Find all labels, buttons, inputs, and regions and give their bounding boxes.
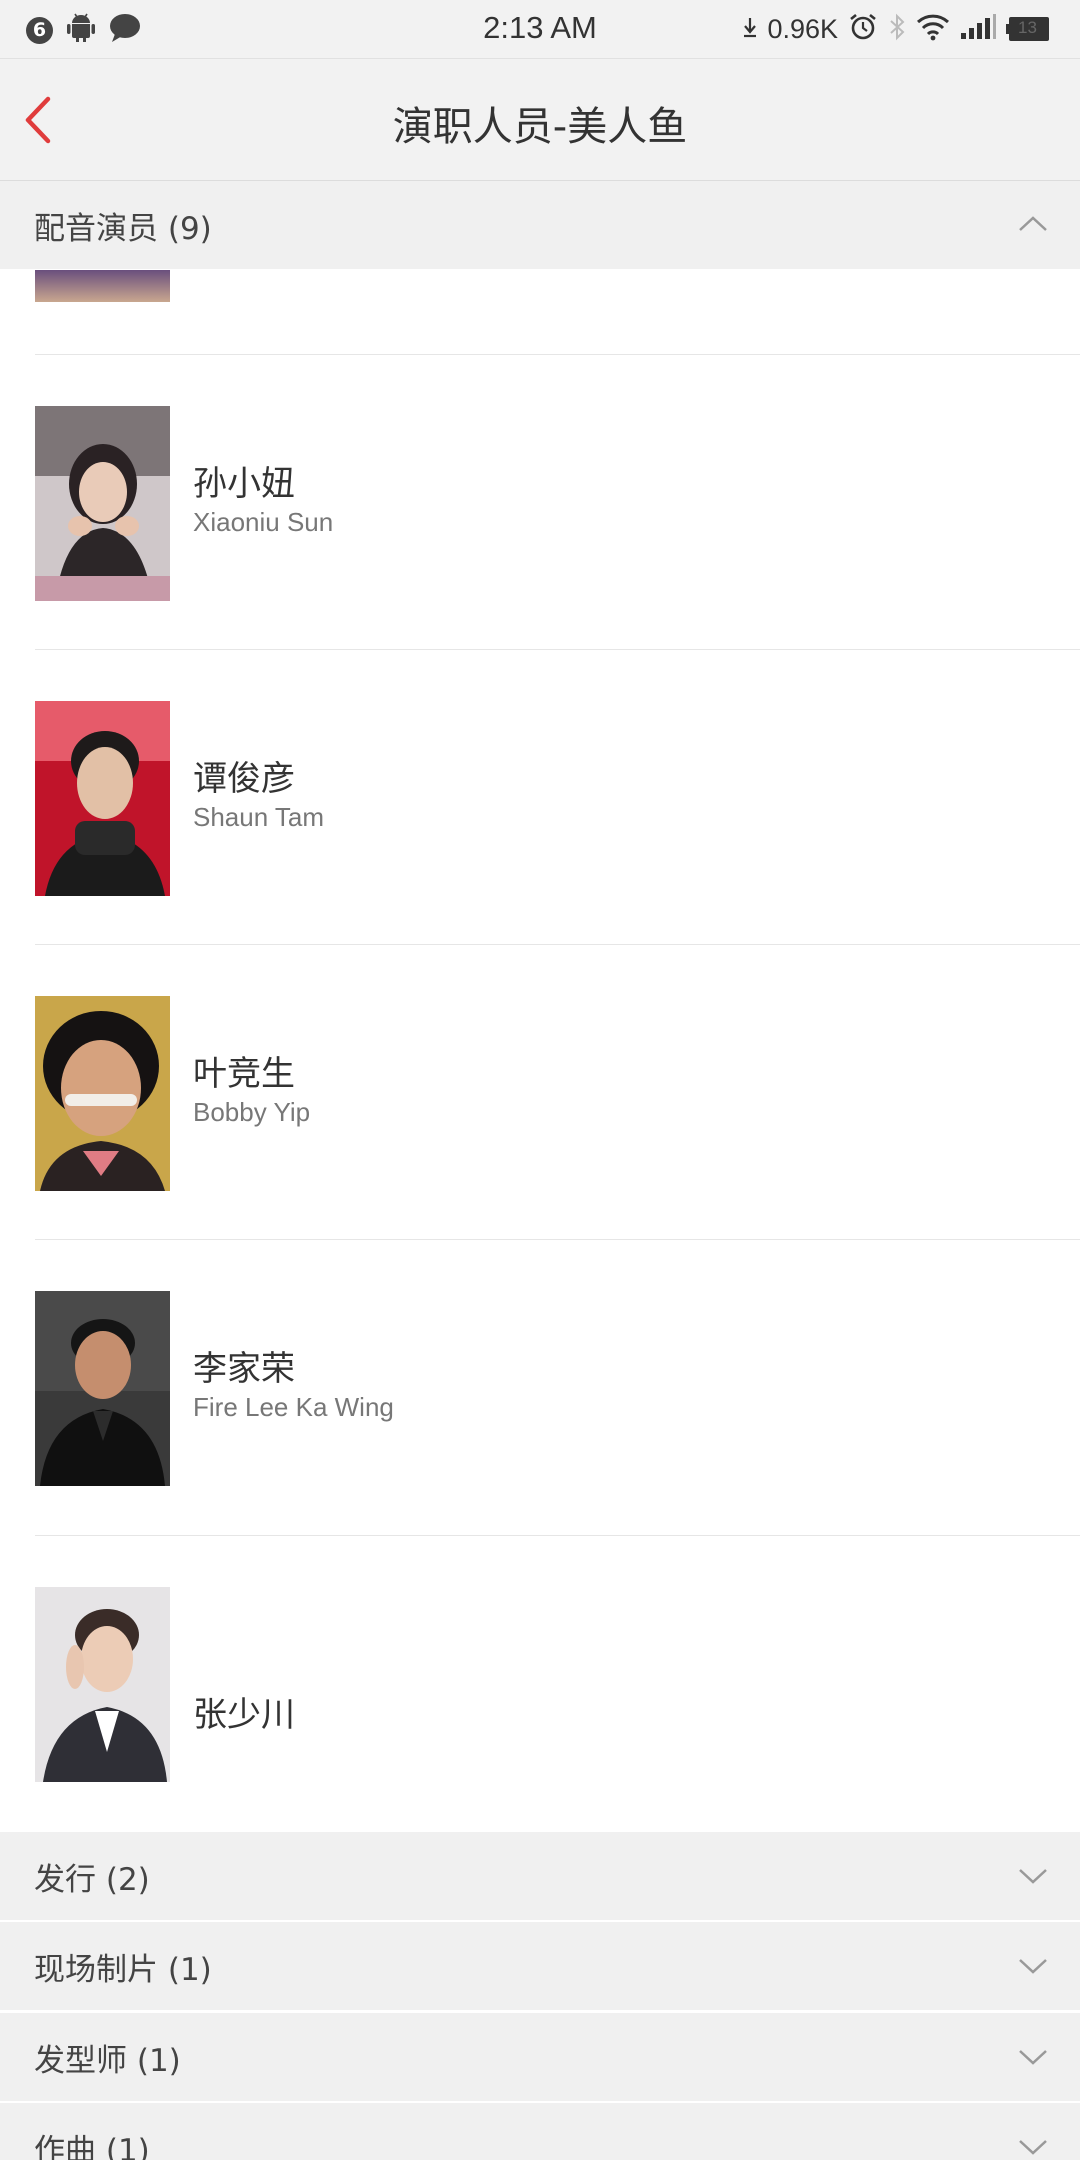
bluetooth-icon — [888, 12, 906, 46]
actor-photo — [35, 701, 170, 896]
actor-name-en: Xiaoniu Sun — [193, 507, 334, 537]
actor-name-en: Bobby Yip — [193, 1097, 311, 1127]
cast-row[interactable]: 谭俊彦 Shaun Tam — [0, 650, 1080, 946]
battery-level: 13 — [1018, 18, 1037, 37]
actor-name-cn: 张少川 — [193, 1695, 295, 1735]
actor-name-cn: 叶竞生 — [193, 1054, 295, 1094]
chevron-down-icon — [1018, 1860, 1048, 1890]
status-bar: 6 2:13 AM 0.96K 13 — [0, 0, 1080, 59]
chevron-down-icon — [1018, 2041, 1048, 2071]
actor-photo — [35, 1587, 170, 1782]
actor-name-cn: 孙小妞 — [193, 464, 295, 504]
net-speed: 0.96K — [767, 13, 838, 44]
chevron-down-icon — [1018, 1950, 1048, 1980]
cast-row[interactable]: 李家荣 Fire Lee Ka Wing — [0, 1240, 1080, 1536]
wifi-icon — [916, 13, 950, 45]
actor-name-cn: 李家荣 — [193, 1349, 295, 1389]
actor-photo — [35, 1291, 170, 1486]
section-label: 现场制片 (1) — [34, 1952, 212, 1988]
cast-row[interactable]: 张少川 — [0, 1536, 1080, 1832]
section-header-voice-actors[interactable]: 配音演员 (9) — [0, 181, 1080, 269]
section-header-distribution[interactable]: 发行 (2) — [0, 1832, 1080, 1920]
actor-name-en: Shaun Tam — [193, 802, 325, 832]
section-header-production-manager[interactable]: 现场制片 (1) — [0, 1922, 1080, 2010]
section-label: 作曲 (1) — [34, 2133, 150, 2160]
download-arrow-icon — [743, 15, 757, 43]
section-label: 发行 (2) — [34, 1862, 150, 1898]
section-header-composer[interactable]: 作曲 (1) — [0, 2103, 1080, 2160]
status-bar-right: 0.96K 13 — [743, 12, 1050, 46]
section-label: 发型师 (1) — [34, 2043, 181, 2079]
navigation-bar: 演职人员-美人鱼 — [0, 59, 1080, 181]
actor-photo — [35, 406, 170, 601]
cast-row-partial[interactable] — [0, 270, 1080, 354]
chevron-down-icon — [1018, 2131, 1048, 2160]
cast-row[interactable]: 叶竞生 Bobby Yip — [0, 945, 1080, 1241]
actor-name-cn: 谭俊彦 — [193, 759, 295, 799]
chevron-up-icon — [1018, 209, 1048, 239]
section-label: 配音演员 (9) — [34, 211, 212, 247]
section-header-hair-stylist[interactable]: 发型师 (1) — [0, 2013, 1080, 2101]
page-title: 演职人员-美人鱼 — [392, 104, 688, 150]
actor-name-en: Fire Lee Ka Wing — [193, 1392, 394, 1422]
cast-row[interactable]: 孙小妞 Xiaoniu Sun — [0, 355, 1080, 651]
alarm-icon — [848, 12, 878, 46]
actor-photo — [35, 996, 170, 1191]
battery-icon: 13 — [1006, 16, 1050, 42]
actor-photo — [35, 270, 170, 302]
signal-icon — [960, 14, 996, 44]
